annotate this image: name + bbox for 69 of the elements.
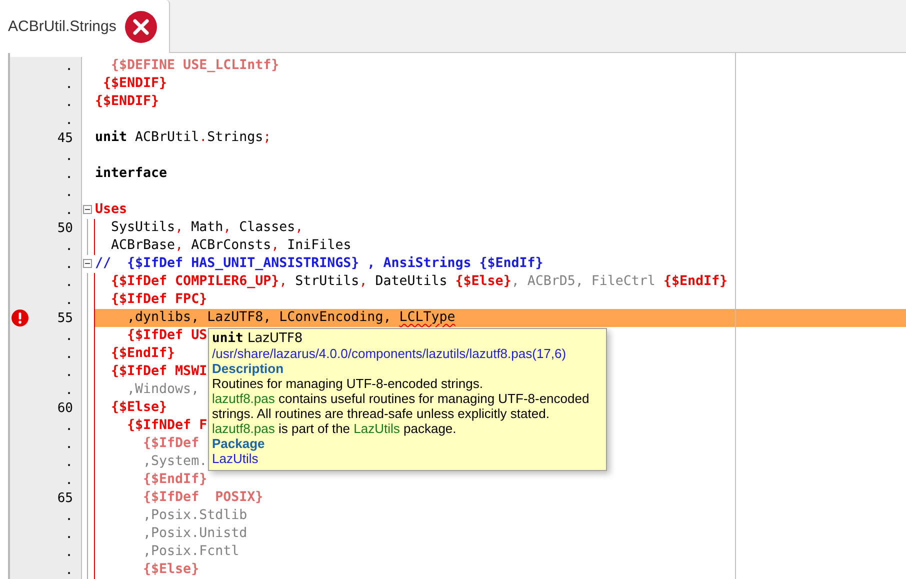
fold-icon[interactable] bbox=[83, 205, 92, 214]
code-line: {$IfNDef F bbox=[126, 418, 208, 433]
line-number: . bbox=[65, 184, 73, 200]
line-number: . bbox=[65, 328, 73, 344]
line-number: . bbox=[65, 292, 73, 308]
code-line: unit ACBrUtil.Strings; bbox=[95, 130, 272, 145]
line-number: . bbox=[65, 454, 73, 470]
code-line: {$Else} bbox=[110, 400, 168, 415]
code-line: ,Windows, bbox=[126, 382, 200, 397]
tooltip-text: Routines for managing UTF-8-encoded strings. bbox=[212, 376, 484, 391]
tooltip-title: unit LazUTF8 bbox=[212, 331, 304, 346]
tooltip-text: lazutf8.pas contains useful routines for managing UTF-8-encoded strings. All routines are thread-safe unless explicitly stated. bbox=[212, 391, 590, 421]
line-number: . bbox=[65, 112, 73, 128]
line-number: . bbox=[65, 148, 73, 164]
line-number: . bbox=[65, 382, 73, 398]
tooltip-heading: Description bbox=[212, 361, 285, 376]
line-number: . bbox=[65, 58, 73, 74]
line-number: . bbox=[65, 94, 73, 110]
tooltip-link[interactable]: /usr/share/lazarus/4.0.0/components/lazutils/lazutf8.pas(17,6) bbox=[212, 346, 603, 361]
line-number: . bbox=[65, 472, 73, 488]
line-number: . bbox=[65, 76, 73, 92]
code-line: ACBrBase, ACBrConsts, IniFiles bbox=[110, 238, 352, 253]
code-line: ,System. bbox=[142, 454, 208, 469]
code-line: Uses bbox=[95, 202, 128, 217]
code-line: {$EndIf} bbox=[142, 472, 208, 487]
line-number: . bbox=[65, 346, 73, 362]
fold-icon[interactable] bbox=[83, 259, 92, 268]
code-line: {$ENDIF} bbox=[102, 76, 168, 91]
code-line: ,Posix.Fcntl bbox=[142, 544, 240, 559]
tooltip-link[interactable]: LazUtils bbox=[212, 451, 603, 466]
line-number: . bbox=[65, 364, 73, 380]
line-number: 55 bbox=[57, 310, 73, 326]
code-line: {$Else} bbox=[142, 562, 200, 577]
line-number: 65 bbox=[57, 490, 73, 506]
code-line: ,Posix.Stdlib bbox=[142, 508, 248, 523]
line-number: . bbox=[65, 202, 73, 218]
code-line: // {$IfDef HAS_UNIT_ANSISTRINGS} , AnsiStrings {$EndIf} bbox=[95, 256, 544, 271]
line-number: . bbox=[65, 418, 73, 434]
code-line: ,dynlibs, LazUTF8, LConvEncoding, LCLType bbox=[126, 310, 456, 325]
code-line: {$IfDef bbox=[142, 436, 200, 451]
tab-label: ACBrUtil.Strings bbox=[8, 18, 116, 35]
code-line: {$IfDef MSWI bbox=[110, 364, 208, 379]
code-line: {$ENDIF} bbox=[95, 94, 160, 109]
code-line: ,Posix.Unistd bbox=[142, 526, 248, 541]
line-number: 60 bbox=[57, 400, 73, 416]
editor-tab[interactable]: ACBrUtil.Strings bbox=[0, 0, 170, 53]
line-number: . bbox=[65, 562, 73, 578]
line-number: . bbox=[65, 238, 73, 254]
code-line: interface bbox=[95, 166, 168, 181]
code-line: {$EndIf} bbox=[110, 346, 176, 361]
line-number: 45 bbox=[57, 130, 73, 146]
code-line: {$DEFINE USE_LCLIntf} bbox=[110, 58, 280, 73]
tooltip-heading: Package bbox=[212, 436, 266, 451]
code-line: {$IfDef US bbox=[126, 328, 208, 343]
line-number: . bbox=[65, 508, 73, 524]
line-number: . bbox=[65, 436, 73, 452]
error-icon bbox=[11, 309, 29, 327]
code-line: {$IfDef POSIX} bbox=[142, 490, 264, 505]
close-button[interactable] bbox=[124, 10, 158, 44]
line-number: . bbox=[65, 544, 73, 560]
line-number: 50 bbox=[57, 220, 73, 236]
line-number: . bbox=[65, 256, 73, 272]
code-line: SysUtils, Math, Classes, bbox=[110, 220, 304, 235]
line-number: . bbox=[65, 526, 73, 542]
line-number: . bbox=[65, 274, 73, 290]
code-line: {$IfDef FPC} bbox=[110, 292, 208, 307]
line-number: . bbox=[65, 166, 73, 182]
code-line: {$IfDef COMPILER6_UP}, StrUtils, DateUtils {$Else}, ACBrD5, FileCtrl {$EndIf} bbox=[110, 274, 728, 289]
tooltip-text: lazutf8.pas is part of the LazUtils package. bbox=[212, 421, 458, 436]
